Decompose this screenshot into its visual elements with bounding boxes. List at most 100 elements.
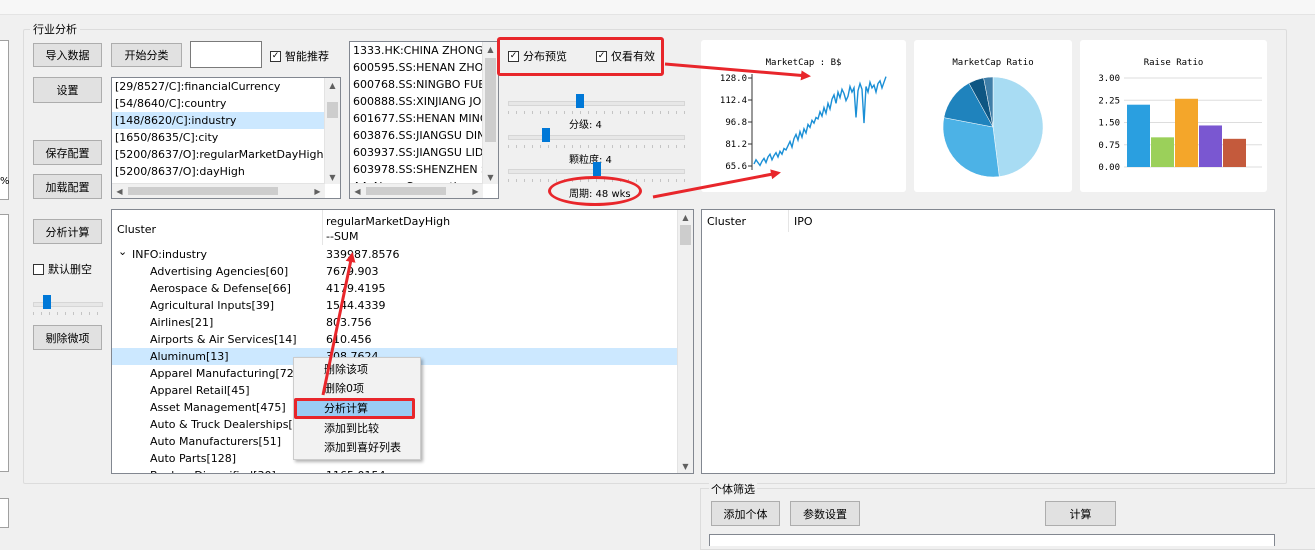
tree-row-label: Aerospace & Defense[66] — [150, 282, 291, 295]
granularity-slider-handle[interactable] — [542, 128, 550, 142]
individual-filter-title: 个体筛选 — [709, 481, 757, 497]
tree-row-value: 803.756 — [326, 316, 372, 329]
stock-list-item[interactable]: 603876.SS:JIANGSU DINGSHENG — [350, 127, 483, 144]
cluster-list-item[interactable]: [5200/8637/O]:dayHigh — [112, 163, 325, 180]
ipo-col-ipo-header[interactable]: IPO — [794, 215, 813, 228]
stock-list-item[interactable]: 603978.SS:SHENZHEN SUNXING — [350, 161, 483, 178]
granularity-slider[interactable] — [508, 126, 685, 148]
stock-list-item[interactable]: 601677.SS:HENAN MINGTAI — [350, 110, 483, 127]
scroll-right-icon[interactable]: ▶ — [310, 184, 325, 198]
save-config-button[interactable]: 保存配置 — [33, 140, 102, 165]
tree-row[interactable]: Banks—Diversified[30] 1165.0154 — [112, 467, 679, 473]
scroll-up-icon[interactable]: ▲ — [325, 78, 340, 92]
stock-list-hscroll-thumb[interactable] — [366, 187, 446, 195]
classify-input[interactable] — [190, 41, 262, 68]
context-menu-item[interactable]: 添加到喜好列表 — [294, 438, 420, 457]
tree-col-value-header[interactable]: regularMarketDayHigh — [326, 215, 450, 228]
raise-ratio-svg: 3.00 2.25 1.50 0.75 0.00 — [1098, 74, 1262, 173]
ipo-table[interactable]: Cluster IPO — [701, 209, 1275, 474]
line-y-tick-label: 112.4 — [720, 96, 747, 106]
raise-ratio-bar — [1199, 125, 1222, 167]
smart-recommend-label: 智能推荐 — [285, 50, 329, 63]
tree-col-value-subheader: --SUM — [326, 230, 359, 243]
start-classify-button[interactable]: 开始分类 — [111, 43, 182, 67]
tree-row[interactable]: Aerospace & Defense[66] 4179.4195 — [112, 280, 679, 297]
tree-row-value: 339987.8576 — [326, 248, 400, 261]
tree-scroll-thumb[interactable] — [680, 225, 691, 245]
cluster-list-item[interactable]: [5200/8637/O]:regularMarketDayHigh — [112, 146, 325, 163]
tree-col-cluster-header[interactable]: Cluster — [117, 223, 156, 236]
scroll-right-icon[interactable]: ▶ — [468, 184, 483, 198]
period-slider-handle[interactable] — [593, 162, 601, 176]
tree-row-label: Aluminum[13] — [150, 350, 229, 363]
cluster-field-list[interactable]: [29/8527/C]:financialCurrency [54/8640/C]… — [111, 77, 341, 199]
cluster-list-vscroll[interactable]: ▲ ▼ — [324, 78, 340, 184]
individual-list[interactable] — [709, 534, 1275, 546]
param-settings-button[interactable]: 参数设置 — [790, 501, 860, 526]
calculate-button[interactable]: 计算 — [1045, 501, 1116, 526]
highlight-options-box — [497, 37, 664, 76]
load-config-button[interactable]: 加载配置 — [33, 174, 102, 199]
stock-list-item[interactable]: 600888.SS:XINJIANG JOINWORLD — [350, 93, 483, 110]
context-menu-item[interactable]: 添加到比较 — [294, 419, 420, 438]
cluster-list-hscroll[interactable]: ◀ ▶ — [112, 183, 325, 198]
level-slider[interactable] — [508, 92, 685, 114]
add-individual-button[interactable]: 添加个体 — [711, 501, 780, 526]
context-menu-item[interactable]: 删除该项 — [294, 360, 420, 379]
scroll-up-icon[interactable]: ▲ — [678, 210, 693, 224]
stock-list-hscroll[interactable]: ◀ ▶ — [350, 183, 483, 198]
cluster-list-scroll-thumb[interactable] — [327, 102, 338, 118]
left-panel-text: % — [0, 176, 10, 187]
scroll-down-icon[interactable]: ▼ — [325, 170, 340, 184]
stock-list-item[interactable]: 603937.SS:JIANGSU LIDAO — [350, 144, 483, 161]
smart-recommend-check-icon: ✓ — [270, 50, 281, 62]
settings-button[interactable]: 设置 — [33, 77, 102, 103]
bar-y-tick-label: 1.50 — [1098, 119, 1120, 129]
marketcap-pie-svg — [942, 76, 1044, 178]
stock-list-scroll-thumb[interactable] — [485, 58, 496, 142]
stock-list-vscroll[interactable]: ▲ ▼ — [482, 42, 498, 184]
cluster-list-item[interactable]: [1650/8635/C]:city — [112, 129, 325, 146]
tree-col-divider — [322, 210, 323, 245]
raise-ratio-bar — [1175, 98, 1198, 167]
smart-recommend-checkbox[interactable]: ✓ 智能推荐 — [270, 48, 329, 64]
cluster-list-hscroll-thumb[interactable] — [128, 187, 278, 195]
default-delete-check-icon — [33, 263, 44, 275]
left-slider-handle[interactable] — [43, 295, 51, 309]
marketcap-series-line — [753, 76, 887, 167]
tree-row-label: Agricultural Inputs[39] — [150, 299, 275, 312]
tree-row[interactable]: Airlines[21] 803.756 — [112, 314, 679, 331]
stock-list[interactable]: 1333.HK:CHINA ZHONGWANG600595.SS:HENAN Z… — [349, 41, 499, 199]
tree-row[interactable]: ⌄ INFO:industry 339987.8576 — [112, 243, 679, 263]
default-delete-checkbox[interactable]: 默认删空 — [33, 261, 92, 277]
default-delete-label: 默认删空 — [48, 263, 92, 276]
tree-vscroll[interactable]: ▲ ▼ — [677, 210, 693, 473]
context-menu-item[interactable]: 分析计算 — [294, 398, 415, 419]
scroll-down-icon[interactable]: ▼ — [678, 459, 693, 473]
import-data-button[interactable]: 导入数据 — [33, 43, 102, 67]
left-slider[interactable] — [33, 293, 103, 315]
cluster-list-item[interactable]: [148/8620/C]:industry — [112, 112, 325, 129]
ipo-col-cluster-header[interactable]: Cluster — [707, 215, 746, 228]
scroll-left-icon[interactable]: ◀ — [112, 184, 127, 198]
analyze-calc-button[interactable]: 分析计算 — [33, 219, 102, 244]
tree-row-label: Apparel Manufacturing[72] — [150, 367, 299, 380]
remove-small-items-button[interactable]: 剔除微项 — [33, 325, 102, 350]
level-slider-handle[interactable] — [576, 94, 584, 108]
cluster-list-item[interactable]: [29/8527/C]:financialCurrency — [112, 78, 325, 95]
scroll-left-icon[interactable]: ◀ — [350, 184, 365, 198]
tree-row[interactable]: Agricultural Inputs[39] 1544.4339 — [112, 297, 679, 314]
tree-row[interactable]: Advertising Agencies[60] 7679.903 — [112, 263, 679, 280]
scroll-down-icon[interactable]: ▼ — [483, 170, 498, 184]
cluster-list-item[interactable]: [54/8640/C]:country — [112, 95, 325, 112]
stock-list-item[interactable]: 600595.SS:HENAN ZHONGFU — [350, 59, 483, 76]
line-y-tick-label: 81.2 — [725, 140, 747, 150]
context-menu-item[interactable]: 删除0项 — [294, 379, 420, 398]
line-y-tick-label: 128.0 — [720, 74, 747, 84]
stock-list-item[interactable]: 600768.SS:NINGBO FUBANG — [350, 76, 483, 93]
stock-list-item[interactable]: 1333.HK:CHINA ZHONGWANG — [350, 42, 483, 59]
marketcap-line-chart: MarketCap : B$ 128.0 112.4 96.8 81.2 65.6 — [701, 40, 906, 192]
expand-chevron-icon[interactable]: ⌄ — [118, 243, 127, 260]
scroll-up-icon[interactable]: ▲ — [483, 42, 498, 56]
tree-row[interactable]: Airports & Air Services[14] 610.456 — [112, 331, 679, 348]
